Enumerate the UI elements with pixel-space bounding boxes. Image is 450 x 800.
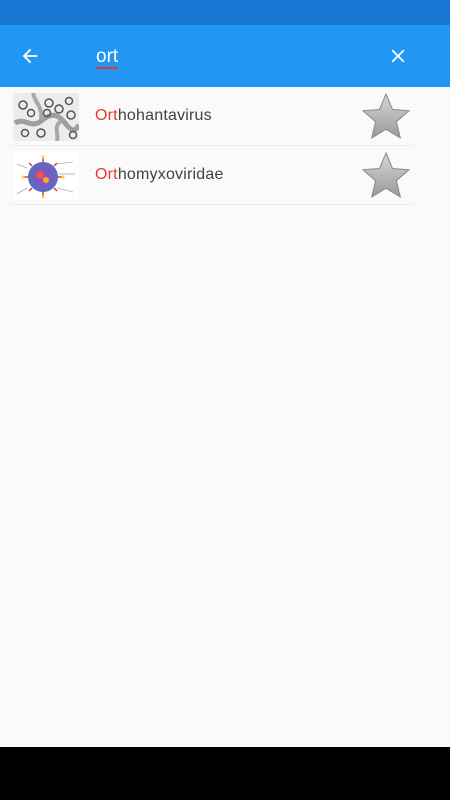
status-bar bbox=[0, 0, 450, 25]
search-app-bar: ort bbox=[0, 25, 450, 87]
result-title: Orthohantavirus bbox=[95, 107, 212, 125]
star-icon[interactable] bbox=[360, 92, 412, 142]
search-query: ort bbox=[96, 46, 119, 69]
back-button[interactable] bbox=[10, 36, 50, 76]
remaining-text: homyxoviridae bbox=[117, 166, 224, 183]
matched-text: Ort bbox=[95, 107, 118, 124]
navigation-bar bbox=[0, 747, 450, 800]
result-title: Orthomyxoviridae bbox=[95, 166, 224, 184]
search-input[interactable]: ort bbox=[96, 44, 119, 70]
remaining-text: hohantavirus bbox=[117, 107, 212, 124]
close-icon bbox=[391, 49, 405, 63]
matched-text: Ort bbox=[95, 166, 118, 183]
clear-search-button[interactable] bbox=[378, 36, 418, 76]
list-item[interactable]: Orthomyxoviridae bbox=[10, 147, 414, 205]
star-icon[interactable] bbox=[360, 151, 412, 201]
list-item[interactable]: Orthohantavirus bbox=[10, 88, 414, 146]
orthohantavirus-thumbnail bbox=[13, 93, 79, 141]
results-list: Orthohantavirus Orthomyxoviridae bbox=[0, 87, 450, 747]
arrow-back-icon bbox=[22, 48, 38, 64]
orthomyxoviridae-thumbnail bbox=[13, 152, 79, 200]
